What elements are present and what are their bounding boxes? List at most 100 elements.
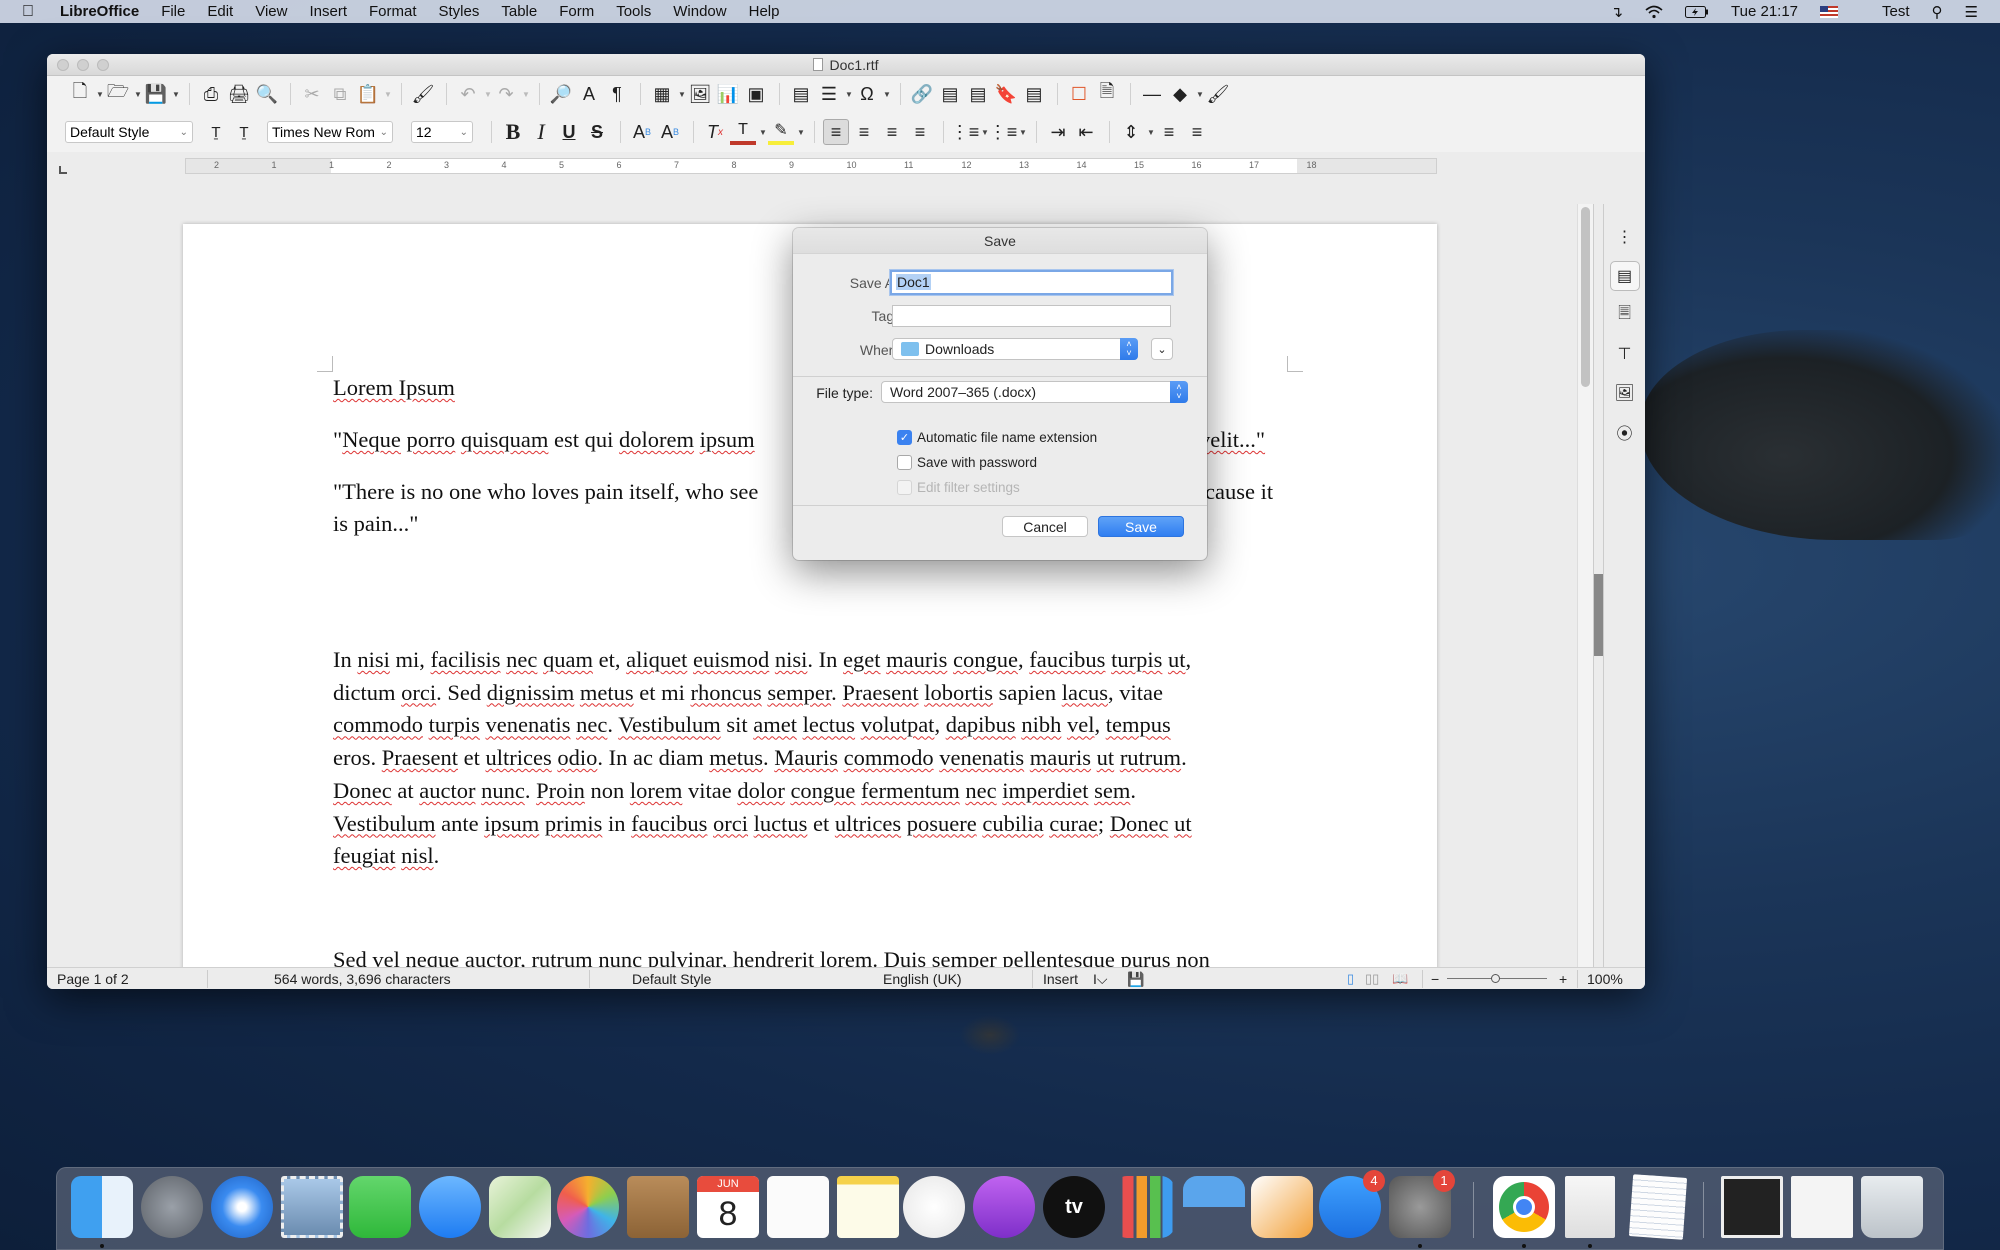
- new-style-icon[interactable]: Ṯ: [231, 119, 257, 145]
- title-bar[interactable]: Doc1.rtf: [47, 54, 1645, 76]
- word-count[interactable]: 564 words, 3,696 characters: [274, 971, 451, 987]
- minimize-button[interactable]: [77, 59, 89, 71]
- finder-window-preview[interactable]: [1791, 1176, 1853, 1238]
- new-document-icon[interactable]: 🗋: [67, 81, 93, 107]
- line-spacing-dropdown[interactable]: ▼: [1146, 128, 1156, 137]
- auto-extension-checkbox[interactable]: ✓: [897, 430, 912, 445]
- document-modified-icon[interactable]: 💾: [1127, 971, 1144, 988]
- menu-tools[interactable]: Tools: [616, 3, 651, 20]
- mail-icon[interactable]: [281, 1176, 343, 1238]
- clone-formatting-icon[interactable]: 🖌: [410, 81, 436, 107]
- system-preferences-icon[interactable]: 1: [1389, 1170, 1455, 1238]
- font-color-icon[interactable]: T: [730, 119, 756, 145]
- podcasts-icon[interactable]: [973, 1176, 1035, 1238]
- wifi-icon[interactable]: [1645, 5, 1663, 19]
- font-name-combo[interactable]: Times New Rom ⌄: [267, 121, 393, 143]
- chrome-window-preview[interactable]: [1721, 1176, 1783, 1238]
- horizontal-ruler[interactable]: 2 1 1 2 3 4 5 6 7 8 9 10 11 12 13 14 15 16 17 18: [185, 158, 1437, 174]
- new-dropdown[interactable]: ▼: [95, 90, 105, 99]
- menu-file[interactable]: File: [161, 3, 185, 20]
- save-dropdown[interactable]: ▼: [171, 90, 181, 99]
- styles-icon[interactable]: ⊤: [1610, 339, 1640, 369]
- insert-image-icon[interactable]: 🖼: [687, 81, 713, 107]
- menu-edit[interactable]: Edit: [207, 3, 233, 20]
- zoom-in-button[interactable]: +: [1559, 971, 1567, 987]
- libreoffice-icon[interactable]: [1565, 1176, 1615, 1238]
- apple-menu-icon[interactable]: : [22, 3, 42, 21]
- keynote-icon[interactable]: [1183, 1176, 1245, 1238]
- open-folder-icon[interactable]: 🗁: [105, 81, 131, 107]
- insert-footnote-icon[interactable]: ▤: [937, 81, 963, 107]
- redo-dropdown[interactable]: ▼: [521, 90, 531, 99]
- insert-mode[interactable]: Insert: [1043, 971, 1078, 987]
- menu-insert[interactable]: Insert: [309, 3, 347, 20]
- page-style[interactable]: Default Style: [632, 971, 711, 987]
- launchpad-icon[interactable]: [141, 1176, 203, 1238]
- insert-page-break-icon[interactable]: ▤: [788, 81, 814, 107]
- insert-table-icon[interactable]: ▦: [649, 81, 675, 107]
- sidebar-splitter[interactable]: [1593, 204, 1604, 969]
- photos-icon[interactable]: [557, 1176, 619, 1238]
- strikethrough-icon[interactable]: S: [584, 119, 610, 145]
- superscript-icon[interactable]: AB: [629, 119, 655, 145]
- zoom-percent[interactable]: 100%: [1587, 971, 1623, 987]
- calendar-icon[interactable]: JUN 8: [697, 1176, 759, 1238]
- script-icon[interactable]: ↴: [1610, 3, 1623, 21]
- paste-dropdown[interactable]: ▼: [383, 90, 393, 99]
- facetime-icon[interactable]: [349, 1176, 411, 1238]
- battery-charging-icon[interactable]: [1685, 5, 1709, 18]
- numbers-icon[interactable]: [1113, 1176, 1175, 1238]
- insert-endnote-icon[interactable]: ▤: [965, 81, 991, 107]
- selection-mode-icon[interactable]: I⌵: [1093, 971, 1108, 988]
- font-size-combo[interactable]: 12 ⌄: [411, 121, 473, 143]
- spelling-icon[interactable]: A: [576, 81, 602, 107]
- ordered-list-dropdown[interactable]: ▼: [1018, 128, 1028, 137]
- user-name[interactable]: Test: [1882, 3, 1910, 20]
- app-store-icon[interactable]: 4: [1319, 1170, 1385, 1238]
- increase-indent-icon[interactable]: ⇥: [1045, 119, 1071, 145]
- align-center-icon[interactable]: ≡: [851, 119, 877, 145]
- unordered-list-icon[interactable]: ⋮≡: [951, 119, 980, 145]
- page-icon[interactable]: 🗏: [1610, 300, 1640, 330]
- paragraph-style-combo[interactable]: Default Style ⌄: [65, 121, 193, 143]
- insert-text-box-icon[interactable]: ▣: [743, 81, 769, 107]
- undo-dropdown[interactable]: ▼: [483, 90, 493, 99]
- underline-icon[interactable]: U: [556, 119, 582, 145]
- pages-icon[interactable]: [1251, 1176, 1313, 1238]
- menu-table[interactable]: Table: [501, 3, 537, 20]
- messages-icon[interactable]: [419, 1176, 481, 1238]
- navigator-icon[interactable]: ⦿: [1610, 417, 1640, 447]
- menu-window[interactable]: Window: [673, 3, 726, 20]
- save-as-field[interactable]: Doc1: [890, 270, 1173, 295]
- bold-icon[interactable]: B: [500, 119, 526, 145]
- align-right-icon[interactable]: ≡: [879, 119, 905, 145]
- paste-icon[interactable]: 📋: [355, 81, 381, 107]
- align-left-icon[interactable]: ≡: [823, 119, 849, 145]
- textedit-icon[interactable]: [1628, 1174, 1688, 1240]
- menu-view[interactable]: View: [255, 3, 287, 20]
- line-spacing-icon[interactable]: ⇕: [1118, 119, 1144, 145]
- copy-icon[interactable]: ⧉: [327, 81, 353, 107]
- gallery-icon[interactable]: 🖼: [1610, 378, 1640, 408]
- open-dropdown[interactable]: ▼: [133, 90, 143, 99]
- field-dropdown[interactable]: ▼: [844, 90, 854, 99]
- chevron-down-icon[interactable]: ⌄: [460, 127, 468, 138]
- print-icon[interactable]: 🖨: [226, 81, 252, 107]
- undo-icon[interactable]: ↶: [455, 81, 481, 107]
- basic-shapes-icon[interactable]: ◆: [1167, 81, 1193, 107]
- menu-help[interactable]: Help: [749, 3, 780, 20]
- insert-field-icon[interactable]: ☰: [816, 81, 842, 107]
- insert-hyperlink-icon[interactable]: 🔗: [909, 81, 935, 107]
- sidebar-menu-icon[interactable]: ⋮: [1610, 222, 1640, 252]
- insert-cross-reference-icon[interactable]: ▤: [1021, 81, 1047, 107]
- italic-icon[interactable]: I: [528, 119, 554, 145]
- trash-icon[interactable]: [1861, 1176, 1923, 1238]
- cancel-button[interactable]: Cancel: [1002, 516, 1088, 537]
- special-character-dropdown[interactable]: ▼: [882, 90, 892, 99]
- multi-page-view-icon[interactable]: ▯▯: [1365, 971, 1379, 987]
- where-popup[interactable]: Downloads ˄ ˅: [892, 338, 1138, 360]
- contacts-icon[interactable]: [627, 1176, 689, 1238]
- save-button[interactable]: Save: [1098, 516, 1184, 537]
- music-icon[interactable]: [903, 1176, 965, 1238]
- tags-field[interactable]: [892, 305, 1171, 327]
